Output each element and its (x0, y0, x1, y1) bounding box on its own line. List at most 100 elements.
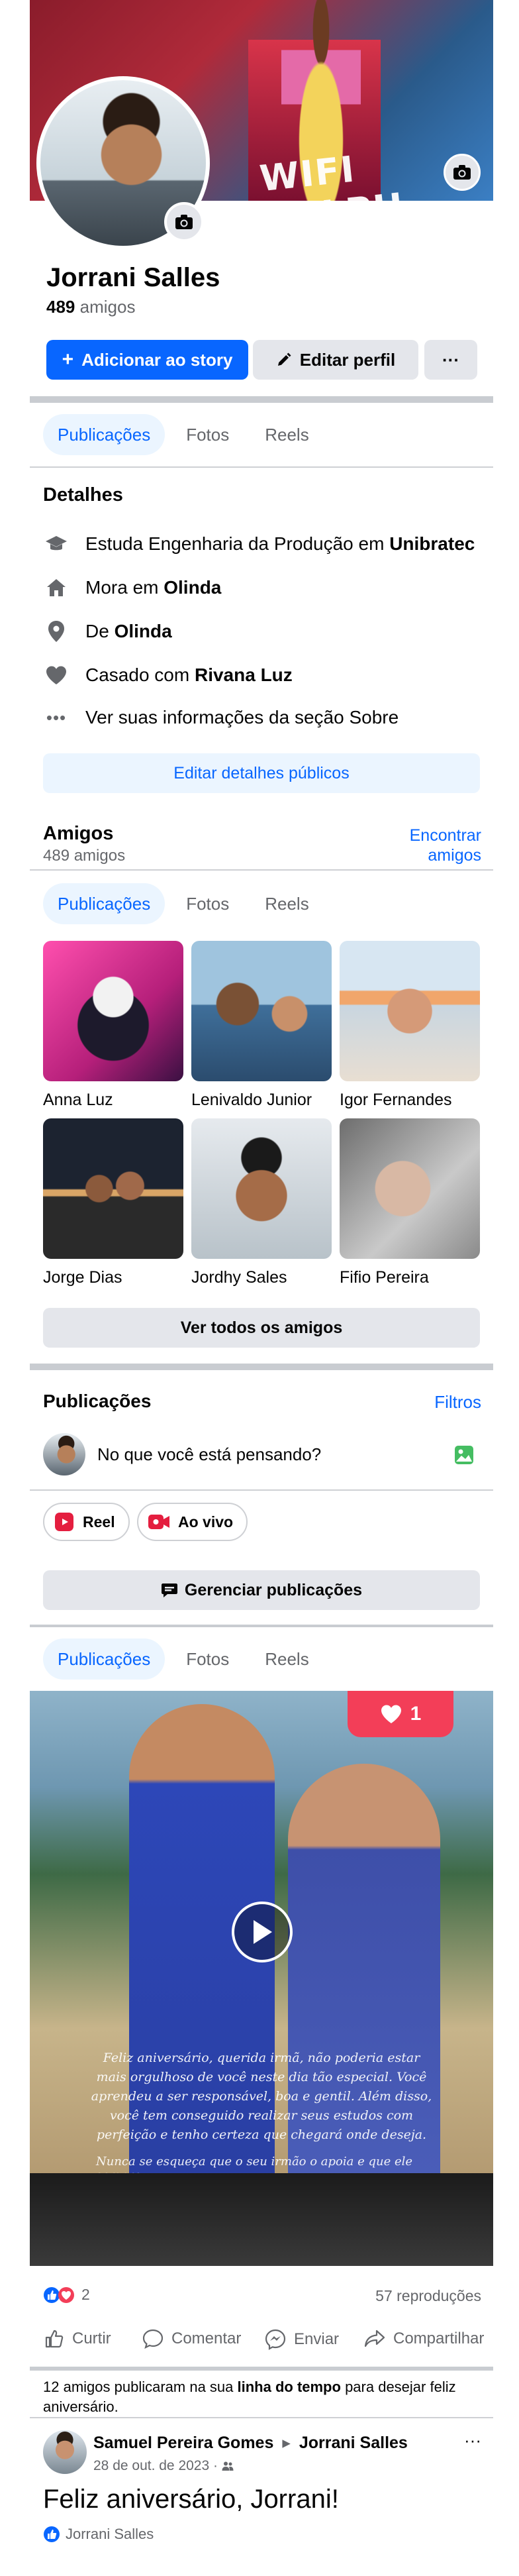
reactions-summary[interactable]: 2 (43, 2286, 90, 2304)
detail-relationship-name[interactable]: Rivana Luz (195, 665, 293, 686)
post-text: Feliz aniversário, Jorrani! (43, 2485, 339, 2514)
love-reaction-icon (58, 2286, 74, 2303)
graduation-cap-icon (43, 531, 70, 557)
composer-input[interactable]: No que você está pensando? (97, 1444, 321, 1465)
video-post-media[interactable]: 1 Feliz aniversário, querida irmã, não p… (30, 1691, 493, 2173)
find-friends-line1: Encontrar (409, 826, 481, 845)
tab-fotos[interactable]: Fotos (171, 883, 244, 924)
detail-lives-place[interactable]: Olinda (164, 577, 221, 598)
post-liker-name: Jorrani Salles (66, 2526, 154, 2542)
friends-audience-icon (222, 2461, 234, 2471)
timeline-link[interactable]: linha do tempo (238, 2379, 341, 2395)
live-chip-label: Ao vivo (178, 1513, 234, 1530)
post-menu-button[interactable]: ··· (464, 2430, 481, 2451)
detail-from-prefix: De (85, 621, 115, 641)
tab-publicacoes[interactable]: Publicações (43, 1638, 165, 1680)
share-action[interactable]: Compartilhar (364, 2329, 484, 2349)
reel-chip[interactable]: Reel (43, 1503, 130, 1541)
post-header: Samuel Pereira Gomes ▸ Jorrani Salles (93, 2433, 408, 2453)
reel-chip-label: Reel (83, 1513, 115, 1530)
friend-photo (340, 1118, 480, 1259)
composer-avatar[interactable] (43, 1433, 85, 1476)
profile-tabs: Publicações Fotos Reels (30, 403, 493, 466)
friend-name: Fifio Pereira (340, 1268, 429, 1287)
tab-reels[interactable]: Reels (250, 1638, 323, 1680)
friends-number: 489 (46, 297, 75, 317)
timeline-note-prefix: 12 amigos publicaram na sua (43, 2379, 238, 2395)
photo-icon[interactable] (453, 1444, 475, 1469)
heart-icon (381, 1705, 401, 1723)
chat-bubble-icon (161, 1583, 177, 1597)
send-action[interactable]: Enviar (265, 2329, 339, 2350)
section-divider (30, 1364, 493, 1370)
post-author-name[interactable]: Samuel Pereira Gomes (93, 2434, 273, 2452)
friend-card[interactable]: Fifio Pereira (340, 1118, 480, 1287)
play-button[interactable] (232, 1902, 293, 1962)
heart-icon (43, 662, 70, 688)
post-date[interactable]: 28 de out. de 2023 · (93, 2458, 218, 2474)
comment-action[interactable]: Comentar (142, 2329, 241, 2349)
add-story-button[interactable]: + Adicionar ao story (46, 340, 248, 380)
tab-fotos[interactable]: Fotos (171, 414, 244, 455)
post-target-name[interactable]: Jorrani Salles (299, 2434, 408, 2452)
avatar-camera-button[interactable] (164, 202, 204, 242)
cover-camera-button[interactable] (444, 154, 481, 191)
add-story-label: Adicionar ao story (81, 349, 233, 370)
video-caption: Feliz aniversário, querida irmã, não pod… (91, 2051, 432, 2142)
edit-public-details-button[interactable]: Editar detalhes públicos (43, 753, 480, 793)
video-caption-continued: Nunca se esqueça que o seu irmão o apoia… (96, 2155, 413, 2173)
friend-card[interactable]: Igor Fernandes (340, 941, 480, 1110)
post-meta: 28 de out. de 2023 · (93, 2458, 234, 2474)
filters-link[interactable]: Filtros (434, 1392, 481, 1413)
post-author-avatar[interactable] (43, 2430, 87, 2474)
friend-photo (43, 941, 183, 1081)
more-options-button[interactable]: ··· (424, 340, 477, 380)
live-chip[interactable]: Ao vivo (137, 1503, 248, 1541)
tab-publicacoes[interactable]: Publicações (43, 883, 165, 924)
reactions-count: 2 (81, 2286, 90, 2303)
edit-profile-label: Editar perfil (299, 349, 396, 370)
manage-posts-button[interactable]: Gerenciar publicações (43, 1570, 480, 1610)
divider (30, 869, 493, 871)
share-action-label: Compartilhar (393, 2330, 485, 2347)
detail-study: Estuda Engenharia da Produção em Unibrat… (43, 531, 475, 557)
friends-title: Amigos (43, 823, 114, 844)
see-all-friends-button[interactable]: Ver todos os amigos (43, 1308, 480, 1348)
profile-tabs-sticky-2: Publicações Fotos Reels (30, 1627, 493, 1691)
like-action[interactable]: Curtir (44, 2329, 111, 2349)
tab-fotos[interactable]: Fotos (171, 1638, 244, 1680)
play-icon (254, 1920, 272, 1944)
tab-reels[interactable]: Reels (250, 883, 323, 924)
detail-lives-prefix: Mora em (85, 577, 164, 598)
comment-icon (142, 2329, 164, 2349)
like-reaction-icon (44, 2526, 60, 2542)
detail-from-place[interactable]: Olinda (115, 621, 172, 642)
friend-photo (191, 1118, 332, 1259)
profile-page: WIFI RALPH Jorrani Salles 489 amigos + A… (30, 0, 493, 2576)
more-horizontal-icon: ••• (46, 707, 67, 727)
friend-photo (43, 1118, 183, 1259)
views-count[interactable]: 57 reproduções (375, 2287, 481, 2305)
find-friends-link[interactable]: Encontrar amigos (410, 826, 481, 865)
profile-name: Jorrani Salles (46, 263, 220, 292)
edit-profile-button[interactable]: Editar perfil (253, 340, 418, 380)
profile-friends-count[interactable]: 489 amigos (46, 297, 135, 317)
divider (30, 466, 493, 468)
friend-card[interactable]: Jordhy Sales (191, 1118, 332, 1287)
detail-study-place[interactable]: Unibratec (389, 533, 475, 555)
tab-reels[interactable]: Reels (250, 414, 323, 455)
friend-card[interactable]: Anna Luz (43, 941, 183, 1110)
detail-from: De Olinda (43, 618, 172, 645)
share-icon (364, 2330, 385, 2347)
tab-publicacoes[interactable]: Publicações (43, 414, 165, 455)
friend-card[interactable]: Jorge Dias (43, 1118, 183, 1287)
friend-card[interactable]: Lenivaldo Junior (191, 941, 332, 1110)
send-action-label: Enviar (294, 2330, 340, 2348)
detail-see-about[interactable]: ••• Ver suas informações da seção Sobre (43, 704, 399, 731)
post-reactions[interactable]: Jorrani Salles (43, 2526, 154, 2543)
find-friends-line2: amigos (428, 846, 481, 865)
messenger-icon (265, 2329, 286, 2350)
video-bottom-bar (30, 2173, 493, 2266)
camera-icon (175, 215, 193, 229)
manage-posts-label: Gerenciar publicações (184, 1580, 363, 1599)
